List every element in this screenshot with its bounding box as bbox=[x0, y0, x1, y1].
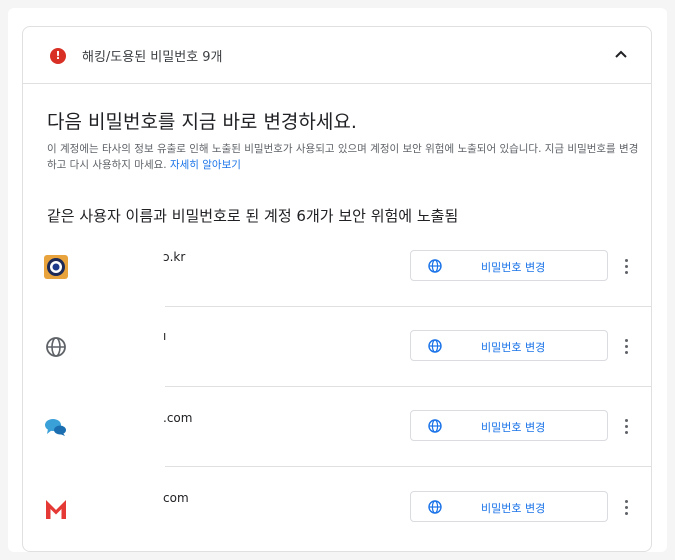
more-options-icon[interactable] bbox=[620, 414, 632, 438]
section-subheading: 같은 사용자 이름과 비밀번호로 된 계정 6개가 보안 위험에 노출됨 bbox=[47, 207, 459, 225]
account-row: ı 비밀번호 변경 bbox=[23, 307, 651, 387]
globe-icon bbox=[428, 500, 442, 514]
description: 이 계정에는 타사의 정보 유출로 인해 노출된 비밀번호가 사용되고 있으며 … bbox=[47, 141, 647, 173]
redaction-mask bbox=[87, 387, 167, 467]
change-password-label: 비밀번호 변경 bbox=[481, 421, 546, 434]
site-url[interactable]: com bbox=[163, 491, 189, 505]
change-password-button[interactable]: 비밀번호 변경 bbox=[410, 250, 608, 281]
card-header[interactable]: ! 해킹/도용된 비밀번호 9개 bbox=[23, 27, 651, 84]
globe-icon bbox=[428, 419, 442, 433]
globe-icon bbox=[428, 259, 442, 273]
account-row: com 비밀번호 변경 bbox=[23, 467, 651, 547]
page-headline: 다음 비밀번호를 지금 바로 변경하세요. bbox=[47, 111, 357, 133]
change-password-label: 비밀번호 변경 bbox=[481, 502, 546, 515]
account-row: ɔ.kr 비밀번호 변경 bbox=[23, 227, 651, 307]
redaction-mask bbox=[87, 227, 167, 307]
description-text: 이 계정에는 타사의 정보 유출로 인해 노출된 비밀번호가 사용되고 있으며 … bbox=[47, 143, 639, 171]
account-row: .com 비밀번호 변경 bbox=[23, 387, 651, 467]
redaction-mask bbox=[87, 307, 167, 387]
alert-icon: ! bbox=[50, 48, 66, 64]
site-url[interactable]: ɔ.kr bbox=[163, 250, 185, 264]
compromised-passwords-card: ! 해킹/도용된 비밀번호 9개 다음 비밀번호를 지금 바로 변경하세요. 이… bbox=[22, 26, 652, 552]
eye-logo-icon bbox=[44, 255, 68, 279]
change-password-label: 비밀번호 변경 bbox=[481, 261, 546, 274]
site-url[interactable]: .com bbox=[163, 411, 192, 425]
change-password-label: 비밀번호 변경 bbox=[481, 341, 546, 354]
more-options-icon[interactable] bbox=[620, 334, 632, 358]
globe-icon bbox=[44, 335, 68, 359]
change-password-button[interactable]: 비밀번호 변경 bbox=[410, 491, 608, 522]
redaction-mask bbox=[87, 467, 167, 547]
change-password-button[interactable]: 비밀번호 변경 bbox=[410, 330, 608, 361]
learn-more-link[interactable]: 자세히 알아보기 bbox=[170, 159, 241, 171]
gmail-m-icon bbox=[44, 497, 68, 521]
chevron-up-icon bbox=[615, 50, 627, 58]
chat-bubbles-icon bbox=[44, 415, 68, 439]
change-password-button[interactable]: 비밀번호 변경 bbox=[410, 410, 608, 441]
more-options-icon[interactable] bbox=[620, 495, 632, 519]
site-url[interactable]: ı bbox=[163, 329, 166, 343]
collapse-button[interactable] bbox=[609, 42, 633, 66]
card-title: 해킹/도용된 비밀번호 9개 bbox=[82, 50, 223, 65]
globe-icon bbox=[428, 339, 442, 353]
more-options-icon[interactable] bbox=[620, 254, 632, 278]
